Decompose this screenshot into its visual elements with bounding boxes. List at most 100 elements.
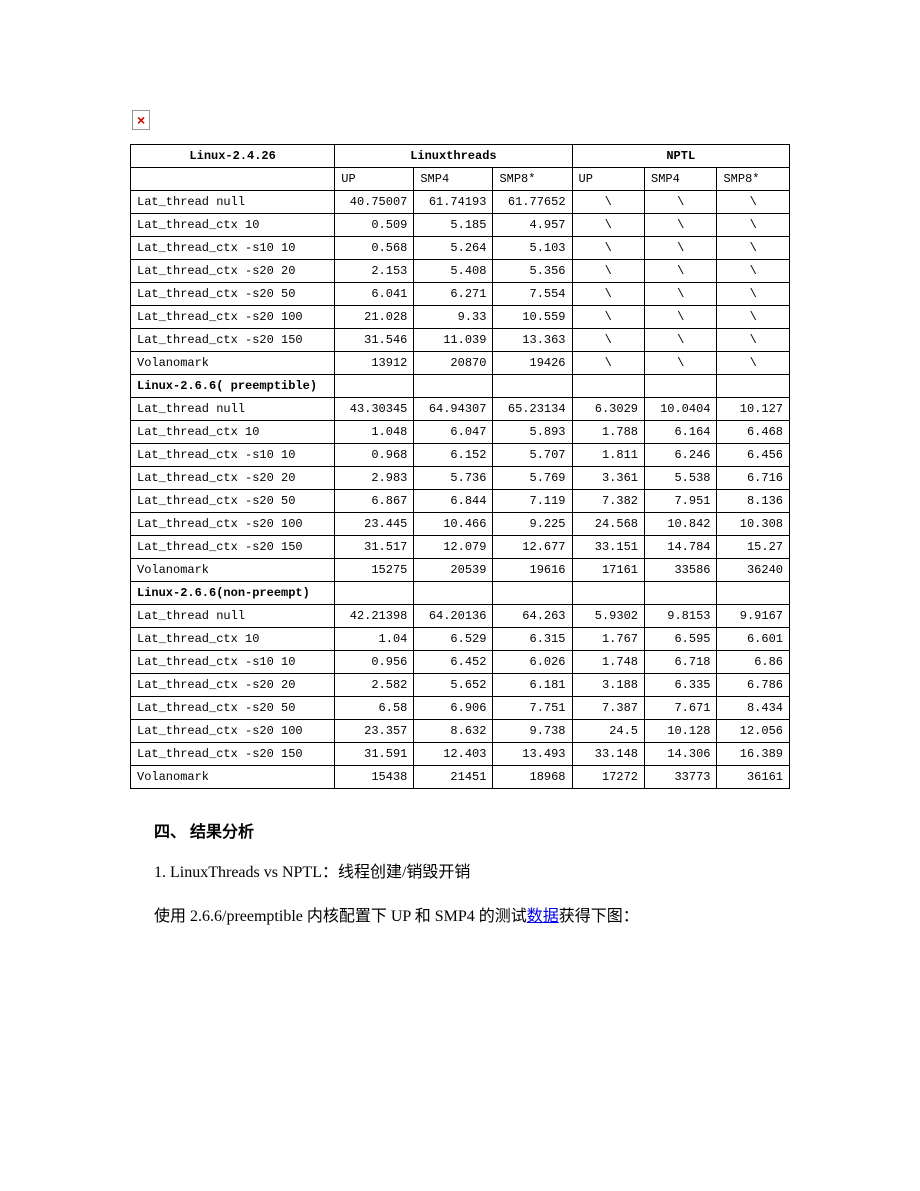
data-cell: 6.164 — [645, 421, 717, 444]
data-cell: \ — [572, 260, 644, 283]
data-cell: 13.363 — [493, 329, 572, 352]
data-cell: 12.677 — [493, 536, 572, 559]
row-label: Lat_thread_ctx -s20 20 — [131, 260, 335, 283]
data-cell: 14.306 — [645, 743, 717, 766]
row-label: Lat_thread_ctx -s20 20 — [131, 467, 335, 490]
data-cell: 9.225 — [493, 513, 572, 536]
data-cell: 6.86 — [717, 651, 790, 674]
data-cell: 31.591 — [335, 743, 414, 766]
data-cell: \ — [645, 306, 717, 329]
data-cell: 33773 — [645, 766, 717, 789]
data-cell: 11.039 — [414, 329, 493, 352]
blank-cell — [572, 582, 644, 605]
data-cell: 12.056 — [717, 720, 790, 743]
data-cell: 10.308 — [717, 513, 790, 536]
data-cell: 6.3029 — [572, 398, 644, 421]
blank-cell — [717, 375, 790, 398]
data-cell: \ — [572, 283, 644, 306]
data-cell: \ — [717, 237, 790, 260]
data-cell: \ — [572, 214, 644, 237]
data-cell: \ — [645, 352, 717, 375]
data-cell: 64.263 — [493, 605, 572, 628]
data-cell: 1.767 — [572, 628, 644, 651]
data-cell: \ — [572, 306, 644, 329]
data-cell: 10.842 — [645, 513, 717, 536]
data-cell: 20539 — [414, 559, 493, 582]
row-label: Volanomark — [131, 352, 335, 375]
row-label: Lat_thread_ctx -s20 50 — [131, 490, 335, 513]
data-cell: 19426 — [493, 352, 572, 375]
paragraph-2: 使用 2.6.6/preemptible 内核配置下 UP 和 SMP4 的测试… — [154, 901, 782, 933]
row-label: Lat_thread_ctx -s20 150 — [131, 329, 335, 352]
col-subheader: SMP4 — [645, 168, 717, 191]
data-cell: \ — [645, 214, 717, 237]
data-cell: 7.382 — [572, 490, 644, 513]
data-cell: 9.8153 — [645, 605, 717, 628]
data-cell: \ — [717, 260, 790, 283]
data-cell: 5.707 — [493, 444, 572, 467]
data-cell: 6.718 — [645, 651, 717, 674]
row-label: Lat_thread_ctx -s20 50 — [131, 283, 335, 306]
data-cell: 21.028 — [335, 306, 414, 329]
data-cell: 15438 — [335, 766, 414, 789]
data-cell: \ — [572, 237, 644, 260]
data-cell: 7.119 — [493, 490, 572, 513]
data-cell: \ — [645, 237, 717, 260]
data-cell: \ — [717, 283, 790, 306]
data-cell: 65.23134 — [493, 398, 572, 421]
data-cell: 14.784 — [645, 536, 717, 559]
data-cell: \ — [572, 191, 644, 214]
data-cell: 10.466 — [414, 513, 493, 536]
data-cell: \ — [572, 329, 644, 352]
broken-image-icon: × — [132, 110, 150, 130]
data-cell: 23.445 — [335, 513, 414, 536]
data-cell: 64.20136 — [414, 605, 493, 628]
data-cell: 5.652 — [414, 674, 493, 697]
data-cell: \ — [645, 191, 717, 214]
data-cell: 40.75007 — [335, 191, 414, 214]
data-cell: 1.04 — [335, 628, 414, 651]
data-cell: 15.27 — [717, 536, 790, 559]
data-cell: 7.387 — [572, 697, 644, 720]
data-link[interactable]: 数据 — [527, 908, 559, 925]
data-cell: 6.529 — [414, 628, 493, 651]
row-label: Lat_thread_ctx -s20 150 — [131, 743, 335, 766]
data-cell: 0.956 — [335, 651, 414, 674]
row-label: Lat_thread_ctx -s20 50 — [131, 697, 335, 720]
data-cell: 8.434 — [717, 697, 790, 720]
data-cell: 10.128 — [645, 720, 717, 743]
data-cell: 6.047 — [414, 421, 493, 444]
blank-cell — [645, 582, 717, 605]
data-cell: 5.736 — [414, 467, 493, 490]
col-subheader: UP — [335, 168, 414, 191]
blank-cell — [335, 375, 414, 398]
data-cell: 5.893 — [493, 421, 572, 444]
data-cell: \ — [645, 283, 717, 306]
row-label: Lat_thread_ctx -s10 10 — [131, 237, 335, 260]
data-cell: \ — [717, 352, 790, 375]
row-label: Lat_thread_ctx 10 — [131, 421, 335, 444]
data-cell: 9.9167 — [717, 605, 790, 628]
data-cell: \ — [572, 352, 644, 375]
data-cell: 21451 — [414, 766, 493, 789]
row-label: Volanomark — [131, 559, 335, 582]
data-cell: 3.361 — [572, 467, 644, 490]
data-cell: 5.769 — [493, 467, 572, 490]
data-cell: 33586 — [645, 559, 717, 582]
data-cell: 61.74193 — [414, 191, 493, 214]
data-cell: 1.748 — [572, 651, 644, 674]
section-title: Linux-2.4.26 — [131, 145, 335, 168]
data-cell: 6.716 — [717, 467, 790, 490]
col-group-linuxthreads: Linuxthreads — [335, 145, 572, 168]
data-cell: 6.152 — [414, 444, 493, 467]
data-cell: 18968 — [493, 766, 572, 789]
data-cell: 6.867 — [335, 490, 414, 513]
data-cell: 7.554 — [493, 283, 572, 306]
data-cell: 5.264 — [414, 237, 493, 260]
data-cell: 24.568 — [572, 513, 644, 536]
data-cell: 10.559 — [493, 306, 572, 329]
data-cell: \ — [717, 191, 790, 214]
row-label: Lat_thread_ctx -s10 10 — [131, 651, 335, 674]
data-cell: 6.786 — [717, 674, 790, 697]
data-cell: 5.9302 — [572, 605, 644, 628]
